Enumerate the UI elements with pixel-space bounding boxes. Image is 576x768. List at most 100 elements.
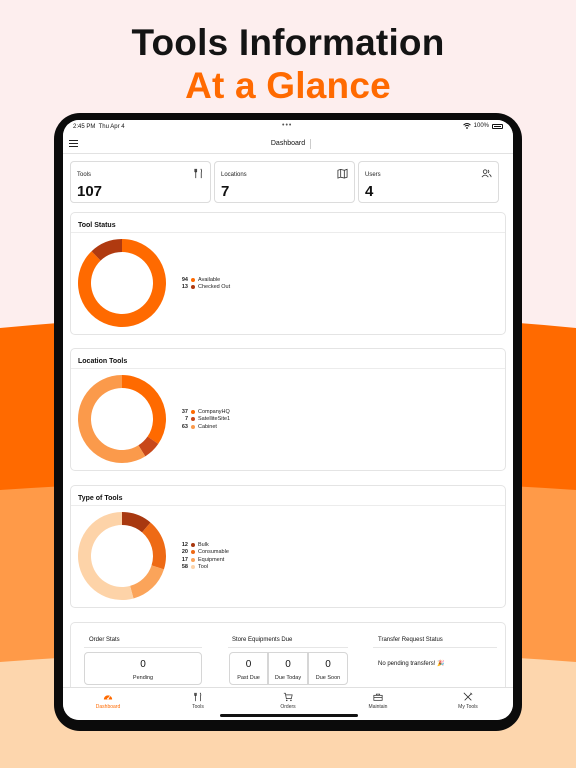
summary-card-tools[interactable]: Tools 107	[70, 161, 211, 203]
legend-value: 17	[181, 556, 188, 563]
location-tools-panel: Location Tools 37 CompanyHQ 7 SatelliteSite…	[70, 348, 506, 471]
legend-label: SatelliteSite1	[198, 416, 231, 423]
legend-swatch	[191, 424, 195, 429]
donut-slice-consumable[interactable]	[142, 522, 166, 570]
tab-tools[interactable]: Tools	[158, 692, 238, 710]
legend-label: Tool	[198, 564, 209, 571]
order-stats-title: Order Stats	[84, 637, 202, 648]
transfer-request-section: Transfer Request Status	[373, 637, 497, 648]
tab-label: Dashboard	[95, 704, 121, 710]
page-title: Dashboard	[63, 139, 513, 149]
legend-item: 7 SatelliteSite1	[178, 416, 230, 424]
headline-line-2: At a Glance	[185, 65, 391, 106]
store-equipments-due-title: Store Equipments Due	[228, 637, 348, 648]
legend-item: 13 Checked Out	[178, 284, 230, 292]
tab-label: Orders	[280, 704, 296, 710]
toolbox-icon	[373, 693, 383, 701]
past-due-value: 0	[245, 659, 252, 670]
tab-dashboard[interactable]: Dashboard	[68, 692, 148, 710]
legend-swatch	[191, 285, 195, 290]
summary-label: Users	[365, 172, 381, 178]
past-due-label: Past Due	[237, 675, 260, 681]
tab-label: My Tools	[458, 704, 478, 710]
headline: Tools Information At a Glance	[0, 22, 576, 108]
cart-icon	[283, 692, 293, 702]
legend-swatch	[191, 557, 195, 562]
home-indicator[interactable]	[220, 714, 358, 717]
legend-value: 94	[181, 276, 188, 283]
donut-slice-companyhq[interactable]	[122, 375, 166, 444]
legend-value: 37	[181, 408, 188, 415]
past-due-box[interactable]: 0 Past Due	[229, 652, 268, 685]
legend-item: 58 Tool	[178, 564, 229, 572]
summary-label: Tools	[77, 172, 92, 178]
summary-card-users[interactable]: Users 4	[358, 161, 499, 203]
legend-label: Equipment	[198, 556, 225, 563]
type-of-tools-panel: Type of Tools 12 Bulk 20 Consumable 17 Equipm…	[70, 485, 506, 608]
due-soon-value: 0	[325, 659, 331, 670]
status-bar: 2:45 PM Thu Apr 4 ••• 100%	[63, 120, 513, 134]
legend-value: 7	[184, 416, 188, 423]
legend-label: Bulk	[198, 541, 209, 548]
status-right: 100%	[462, 123, 503, 129]
pending-orders-box[interactable]: 0 Pending	[84, 652, 202, 685]
pending-label: Pending	[132, 675, 154, 681]
multitask-dots[interactable]: •••	[282, 122, 292, 129]
legend-item: 63 Cabinet	[178, 423, 230, 431]
summary-value: 4	[365, 183, 374, 200]
summary-card-locations[interactable]: Locations 7	[214, 161, 355, 203]
dashboard-icon	[103, 695, 113, 700]
map-icon	[337, 168, 348, 179]
summary-cards: Tools 107 Locations 7 Users 4	[70, 161, 499, 203]
tool-status-donut[interactable]	[77, 238, 167, 328]
nav-bar: Dashboard	[63, 134, 513, 154]
legend-label: Consumable	[198, 549, 229, 556]
dashboard-content[interactable]: Tools 107 Locations 7 Users 4 Tool Statu…	[63, 154, 513, 688]
headline-line-1: Tools Information	[131, 22, 445, 63]
due-today-label: Due Today	[274, 675, 302, 681]
panel-title: Type of Tools	[71, 486, 505, 506]
panel-title: Tool Status	[71, 213, 505, 233]
tab-my-tools[interactable]: My Tools	[428, 692, 508, 710]
due-soon-box[interactable]: 0 Due Soon	[308, 652, 348, 685]
legend-label: CompanyHQ	[198, 408, 230, 415]
due-today-box[interactable]: 0 Due Today	[268, 652, 308, 685]
status-time: 2:45 PM Thu Apr 4	[73, 124, 125, 130]
users-icon	[481, 169, 492, 178]
tab-maintain[interactable]: Maintain	[338, 692, 418, 710]
legend-item: 37 CompanyHQ	[178, 408, 230, 416]
transfer-request-title: Transfer Request Status	[373, 637, 497, 648]
legend-label: Available	[198, 276, 221, 283]
legend-item: 94 Available	[178, 276, 230, 284]
donut-slice-available[interactable]	[77, 239, 166, 327]
summary-value: 7	[221, 183, 230, 200]
tool-status-panel: Tool Status 94 Available 13 Checked Out	[70, 212, 506, 335]
legend-swatch	[191, 417, 195, 422]
legend-swatch	[191, 277, 195, 282]
legend-value: 13	[181, 284, 188, 291]
app-screen: 2:45 PM Thu Apr 4 ••• 100% Dashboard Too…	[63, 120, 513, 720]
order-stats-section: Order Stats	[84, 637, 202, 648]
store-equipments-due-section: Store Equipments Due	[228, 637, 348, 648]
legend-swatch	[191, 550, 195, 555]
type-of-tools-donut[interactable]	[77, 511, 167, 601]
donut-slice-equipment[interactable]	[130, 565, 164, 599]
summary-label: Locations	[221, 172, 247, 178]
summary-value: 107	[77, 183, 103, 200]
donut-slice-tool[interactable]	[78, 512, 134, 600]
legend-value: 20	[181, 549, 188, 556]
no-pending-transfers: No pending transfers! 🎉	[378, 661, 445, 667]
tools-icon	[194, 168, 203, 179]
pending-value: 0	[140, 659, 146, 670]
legend-value: 12	[181, 541, 188, 548]
tool-status-legend: 94 Available 13 Checked Out	[178, 276, 230, 291]
tab-orders[interactable]: Orders	[248, 692, 328, 710]
tab-label: Tools	[192, 704, 204, 710]
wifi-icon	[462, 123, 471, 129]
location-tools-donut[interactable]	[77, 374, 167, 464]
legend-item: 20 Consumable	[178, 549, 229, 557]
legend-item: 12 Bulk	[178, 541, 229, 549]
due-soon-label: Due Soon	[315, 675, 341, 681]
stats-panel: Order Stats 0 Pending Store Equipments D…	[70, 622, 506, 688]
legend-item: 17 Equipment	[178, 556, 229, 564]
